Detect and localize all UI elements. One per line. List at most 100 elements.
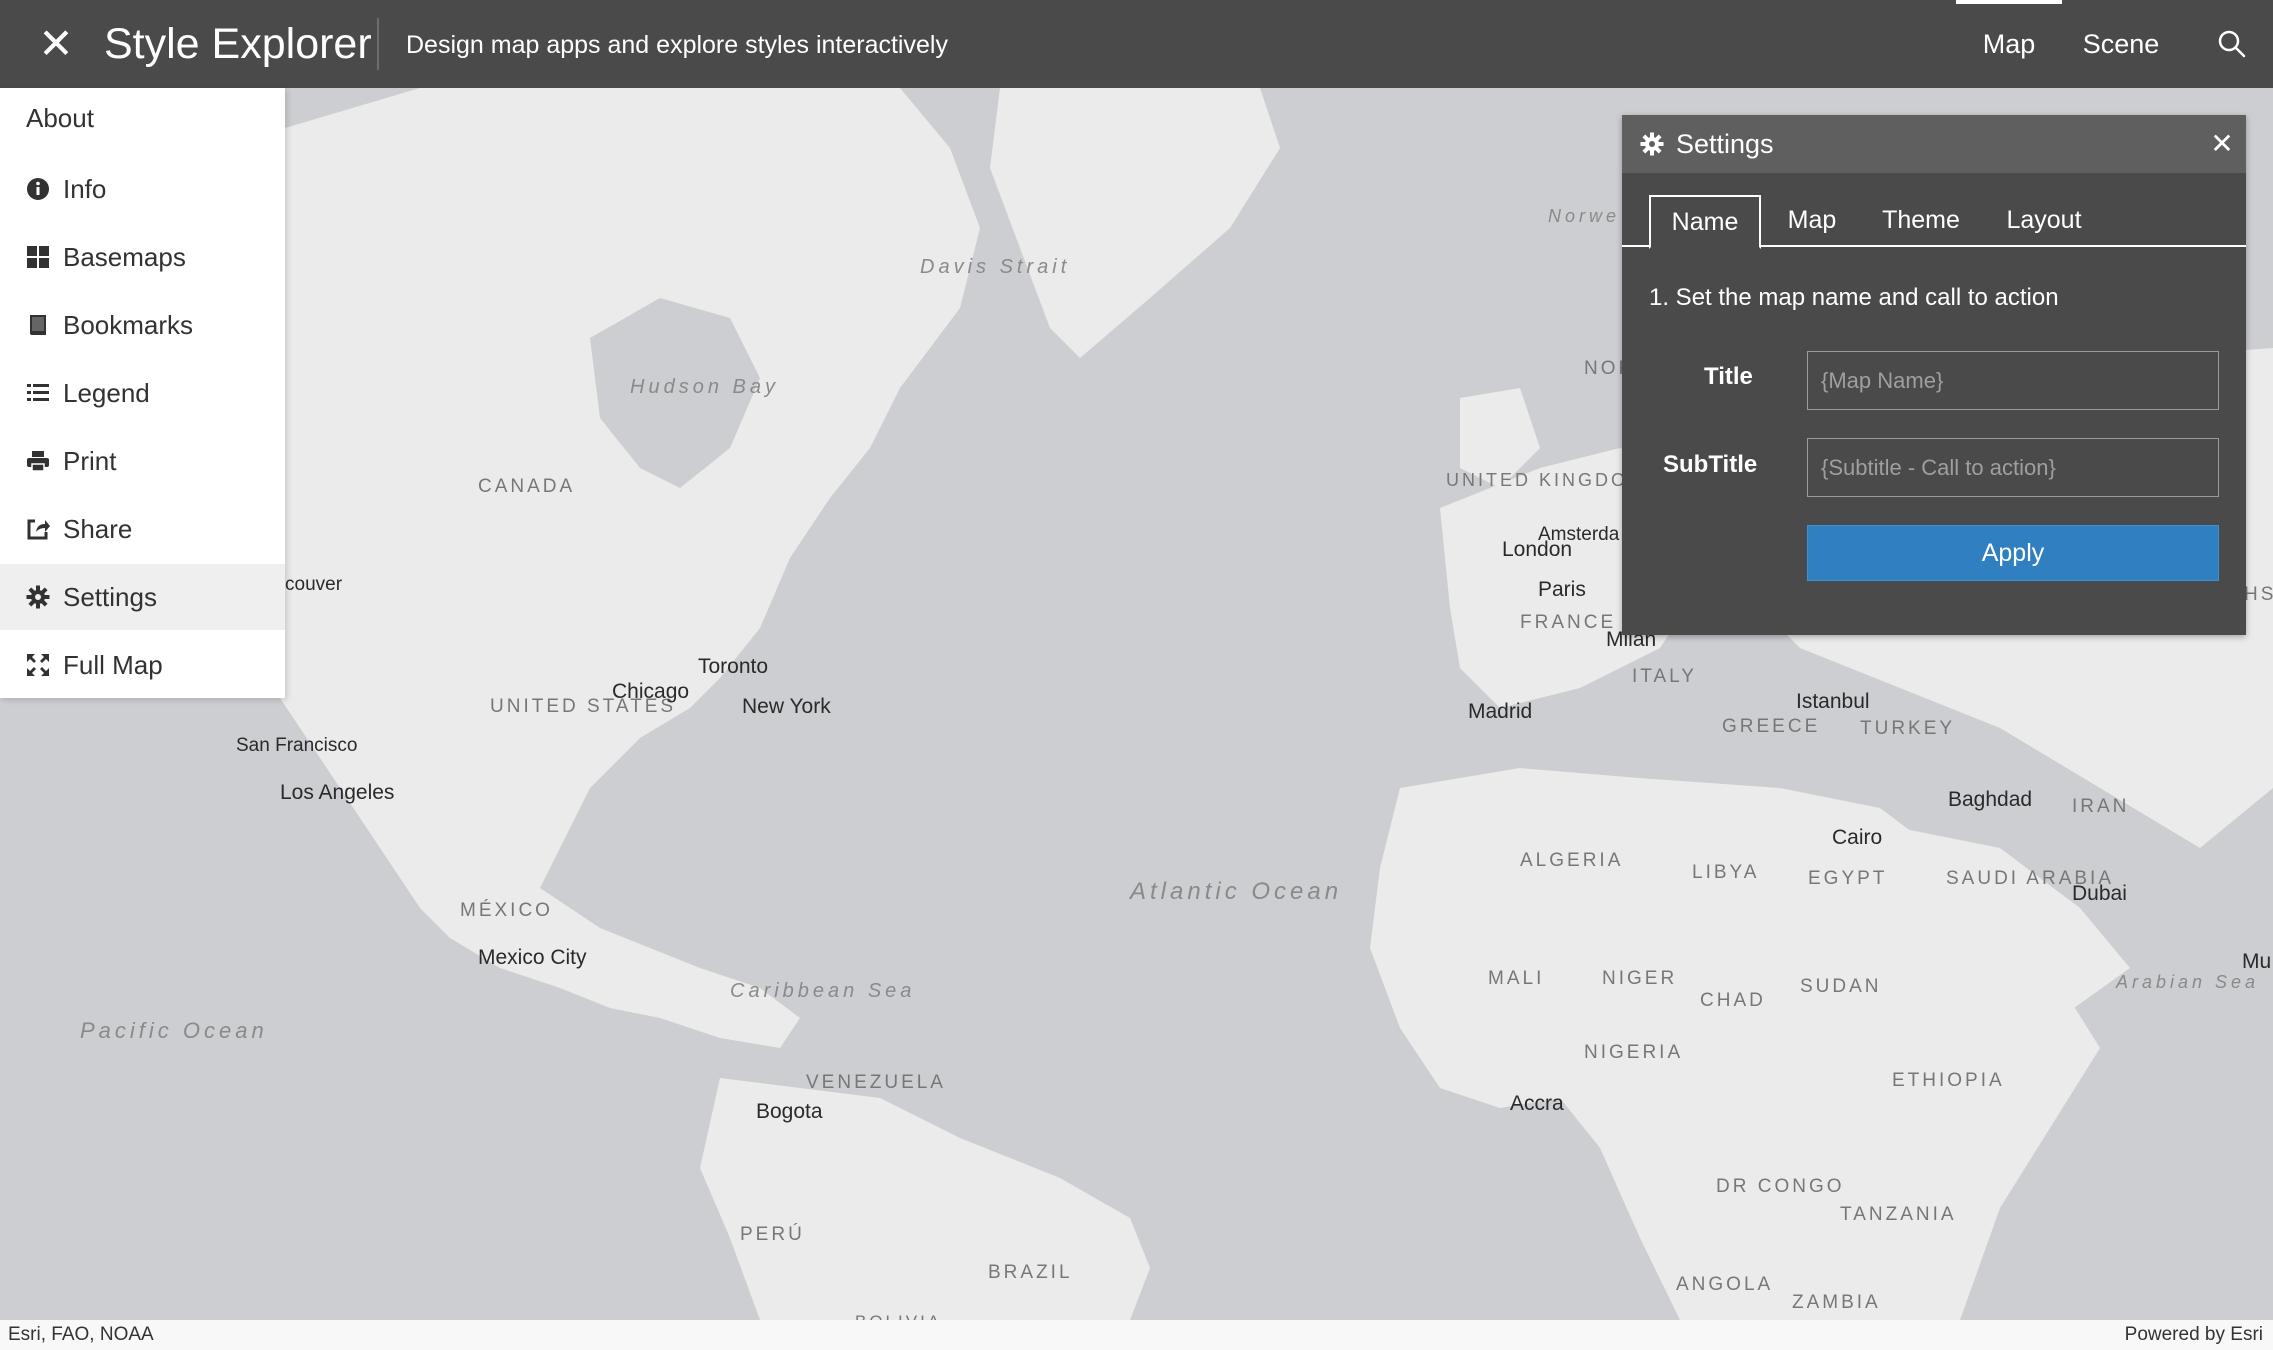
map-label-saudi-arabia: SAUDI ARABIA bbox=[1946, 868, 2114, 889]
menu-item-bookmarks[interactable]: Bookmarks bbox=[0, 292, 285, 358]
map-label-madrid: Madrid bbox=[1468, 700, 1533, 723]
map-label-davis-strait: Davis Strait bbox=[920, 256, 1071, 278]
map-label-italy: ITALY bbox=[1632, 666, 1697, 687]
tab-layout[interactable]: Layout bbox=[1988, 195, 2100, 247]
map-label-iran: IRAN bbox=[2072, 796, 2130, 817]
apply-button[interactable]: Apply bbox=[1807, 525, 2219, 581]
tab-scene[interactable]: Scene bbox=[2076, 0, 2166, 88]
map-label-sudan: SUDAN bbox=[1800, 976, 1882, 997]
gear-icon bbox=[26, 585, 50, 609]
map-label-bolivia: BOLIVIA bbox=[855, 1312, 942, 1320]
map-label-hs: HS bbox=[2244, 584, 2273, 605]
map-label-norwegian-sea: Norwe Se bbox=[1548, 206, 1660, 226]
menu-item-share[interactable]: Share bbox=[0, 496, 285, 562]
settings-panel-header: Settings ✕ bbox=[1622, 115, 2246, 173]
settings-panel-title: Settings bbox=[1676, 129, 1774, 159]
subtitle-label: SubTitle bbox=[1663, 451, 1758, 478]
map-label-greece: GREECE bbox=[1722, 716, 1821, 737]
map-label-angola: ANGOLA bbox=[1676, 1274, 1774, 1295]
map-label-chicago: Chicago bbox=[612, 680, 690, 703]
menu-label-full-map: Full Map bbox=[63, 650, 163, 680]
map-label-algeria: ALGERIA bbox=[1520, 850, 1624, 871]
subtitle-input[interactable] bbox=[1807, 438, 2219, 497]
menu-item-settings[interactable]: Settings bbox=[0, 564, 285, 630]
map-label-turkey: TURKEY bbox=[1860, 718, 1956, 739]
app-header: ✕ Style Explorer Design map apps and exp… bbox=[0, 0, 2273, 88]
grid-icon bbox=[26, 245, 50, 269]
menu-item-info[interactable]: Info bbox=[0, 156, 285, 222]
map-label-london: London bbox=[1502, 538, 1573, 561]
menu-item-print[interactable]: Print bbox=[0, 428, 285, 494]
map-label-france: FRANCE bbox=[1520, 612, 1617, 633]
menu-label-bookmarks: Bookmarks bbox=[63, 310, 194, 340]
attribution-text: Esri, FAO, NOAA bbox=[8, 1324, 154, 1345]
tab-map[interactable]: Map bbox=[1956, 0, 2062, 88]
settings-panel: Settings ✕ Name Map Theme Layout 1. Set … bbox=[1622, 115, 2246, 635]
menu-label-basemaps: Basemaps bbox=[63, 242, 186, 272]
map-label-libya: LIBYA bbox=[1692, 862, 1760, 883]
map-label-mexico: MÉXICO bbox=[460, 900, 553, 921]
menu-item-legend[interactable]: Legend bbox=[0, 360, 285, 426]
print-icon bbox=[26, 449, 50, 473]
map-label-atlantic-ocean: Atlantic Ocean bbox=[1130, 878, 1343, 905]
map-label-baghdad: Baghdad bbox=[1948, 788, 2033, 811]
title-input[interactable] bbox=[1807, 351, 2219, 410]
settings-tabs: Name Map Theme Layout bbox=[1622, 195, 2246, 249]
map-label-cairo: Cairo bbox=[1832, 826, 1883, 849]
menu-about[interactable]: About bbox=[26, 103, 94, 133]
map-label-niger: NIGER bbox=[1602, 968, 1678, 989]
map-label-mu: Mu bbox=[2242, 950, 2272, 973]
bookmark-icon bbox=[26, 313, 50, 337]
map-label-istanbul: Istanbul bbox=[1796, 690, 1870, 713]
map-label-nigeria: NIGERIA bbox=[1584, 1042, 1684, 1063]
side-menu: About Info Basemaps Bookmarks Legend Pri… bbox=[0, 88, 285, 698]
close-menu-icon[interactable]: ✕ bbox=[36, 22, 76, 66]
search-icon[interactable] bbox=[2212, 24, 2252, 64]
map-label-accra: Accra bbox=[1510, 1092, 1564, 1115]
map-label-los-angeles: Los Angeles bbox=[280, 781, 395, 804]
tab-theme[interactable]: Theme bbox=[1862, 195, 1980, 247]
close-icon[interactable]: ✕ bbox=[2208, 129, 2236, 159]
app-title: Style Explorer bbox=[104, 20, 372, 68]
map-label-hudson-bay: Hudson Bay bbox=[630, 376, 779, 398]
map-label-mali: MALI bbox=[1488, 968, 1545, 989]
header-divider bbox=[377, 18, 379, 70]
greenland-land bbox=[990, 88, 1280, 358]
menu-item-basemaps[interactable]: Basemaps bbox=[0, 224, 285, 290]
map-label-pacific-ocean: Pacific Ocean bbox=[80, 1018, 268, 1043]
map-label-arabian-sea: Arabian Sea bbox=[2116, 972, 2260, 992]
map-label-tanzania: TANZANIA bbox=[1840, 1204, 1957, 1225]
map-label-bogota: Bogota bbox=[756, 1100, 823, 1123]
map-label-united-kingdom: UNITED KINGDOM bbox=[1446, 470, 1647, 490]
map-label-brazil: BRAZIL bbox=[988, 1262, 1073, 1283]
map-label-canada: CANADA bbox=[478, 476, 576, 497]
tab-name[interactable]: Name bbox=[1649, 195, 1761, 249]
map-label-ethiopia: ETHIOPIA bbox=[1892, 1070, 2005, 1091]
map-label-toronto: Toronto bbox=[698, 655, 769, 678]
app-subtitle: Design map apps and explore styles inter… bbox=[406, 31, 948, 59]
map-label-vancouver: couver bbox=[285, 574, 343, 595]
menu-label-legend: Legend bbox=[63, 378, 150, 408]
share-icon bbox=[26, 517, 50, 541]
map-label-dr-congo: DR CONGO bbox=[1716, 1176, 1845, 1197]
map-label-egypt: EGYPT bbox=[1808, 868, 1888, 889]
powered-by-esri[interactable]: Powered by Esri bbox=[2125, 1324, 2263, 1346]
north-america-land bbox=[230, 88, 980, 1048]
info-icon bbox=[26, 177, 50, 201]
menu-label-print: Print bbox=[63, 446, 117, 476]
map-label-zambia: ZAMBIA bbox=[1792, 1292, 1881, 1313]
map-label-new-york: New York bbox=[742, 695, 831, 718]
map-label-peru: PERÚ bbox=[740, 1224, 805, 1245]
menu-label-share: Share bbox=[63, 514, 133, 544]
settings-step-text: 1. Set the map name and call to action bbox=[1649, 284, 2059, 311]
map-label-chad: CHAD bbox=[1700, 990, 1766, 1011]
menu-item-full-map[interactable]: Full Map bbox=[0, 632, 285, 698]
map-label-san-francisco: San Francisco bbox=[236, 735, 358, 756]
list-icon bbox=[26, 381, 50, 405]
map-label-paris: Paris bbox=[1538, 578, 1586, 601]
map-label-mexico-city: Mexico City bbox=[478, 946, 587, 969]
map-label-caribbean-sea: Caribbean Sea bbox=[730, 980, 916, 1002]
map-label-dubai: Dubai bbox=[2072, 882, 2127, 905]
tab-map-settings[interactable]: Map bbox=[1770, 195, 1854, 247]
expand-icon bbox=[26, 653, 50, 677]
